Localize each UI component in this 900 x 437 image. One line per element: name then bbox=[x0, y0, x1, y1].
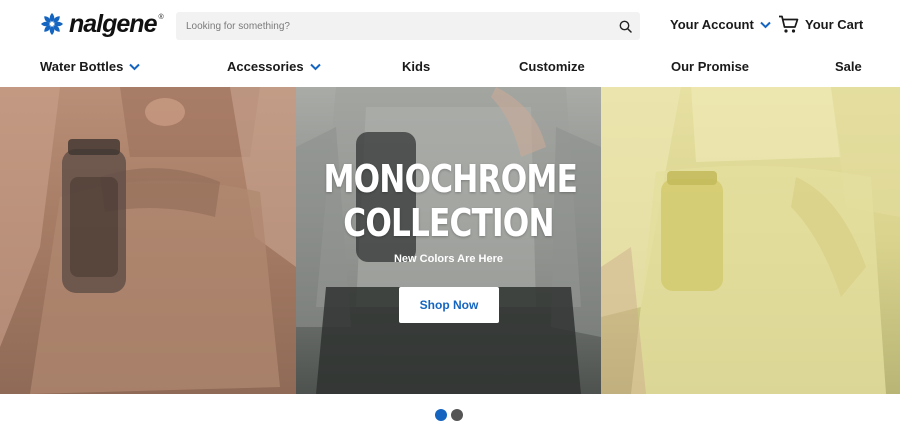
hero-title: MONOCHROME COLLECTION bbox=[323, 157, 578, 245]
hero-title-line-2: COLLECTION bbox=[343, 201, 554, 245]
carousel-dot-1[interactable] bbox=[435, 409, 447, 421]
nav-item-label: Sale bbox=[835, 59, 862, 74]
logo-wordmark: nalgene bbox=[69, 9, 157, 38]
chevron-down-icon bbox=[129, 63, 141, 70]
nav-customize[interactable]: Customize bbox=[519, 59, 585, 74]
nav-sale[interactable]: Sale bbox=[835, 59, 862, 74]
your-cart-link[interactable]: Your Cart bbox=[778, 15, 863, 34]
tan-monochrome-photo bbox=[0, 87, 296, 394]
hero-subtitle: New Colors Are Here bbox=[393, 253, 504, 265]
nav-item-label: Accessories bbox=[227, 59, 304, 74]
nalgene-logo[interactable]: nalgene ® bbox=[39, 10, 164, 38]
nav-item-label: Kids bbox=[402, 59, 431, 74]
search-input[interactable] bbox=[176, 12, 606, 40]
yellow-monochrome-photo bbox=[601, 87, 900, 394]
nav-item-label: Water Bottles bbox=[40, 59, 124, 74]
cart-label: Your Cart bbox=[805, 17, 864, 32]
carousel-dot-2[interactable] bbox=[451, 409, 463, 421]
chevron-down-icon bbox=[309, 63, 321, 70]
your-account-menu[interactable]: Your Account bbox=[670, 17, 771, 32]
search-bar bbox=[176, 12, 640, 40]
chevron-down-icon bbox=[760, 21, 771, 28]
registered-mark: ® bbox=[158, 14, 164, 21]
account-label: Your Account bbox=[670, 17, 754, 32]
hero-title-line-1: MONOCHROME bbox=[323, 157, 578, 201]
nav-item-label: Our Promise bbox=[671, 59, 750, 74]
nav-our-promise[interactable]: Our Promise bbox=[671, 59, 749, 74]
hero-banner[interactable]: MONOCHROME COLLECTION New Colors Are Her… bbox=[0, 87, 900, 394]
site-header: nalgene ® Your Account Your Cart bbox=[0, 0, 900, 52]
nav-water-bottles[interactable]: Water Bottles bbox=[40, 59, 141, 74]
hero-content: MONOCHROME COLLECTION New Colors Are Her… bbox=[296, 87, 601, 394]
cart-icon bbox=[779, 15, 799, 33]
search-icon[interactable] bbox=[616, 17, 634, 35]
main-nav: Water Bottles Accessories Kids Customize… bbox=[0, 52, 900, 87]
nav-kids[interactable]: Kids bbox=[402, 59, 430, 74]
nav-accessories[interactable]: Accessories bbox=[227, 59, 321, 74]
nav-item-label: Customize bbox=[519, 59, 585, 74]
nalgene-swirl-icon bbox=[41, 13, 63, 35]
carousel-dots bbox=[435, 409, 463, 421]
shop-now-button[interactable]: Shop Now bbox=[399, 287, 499, 323]
